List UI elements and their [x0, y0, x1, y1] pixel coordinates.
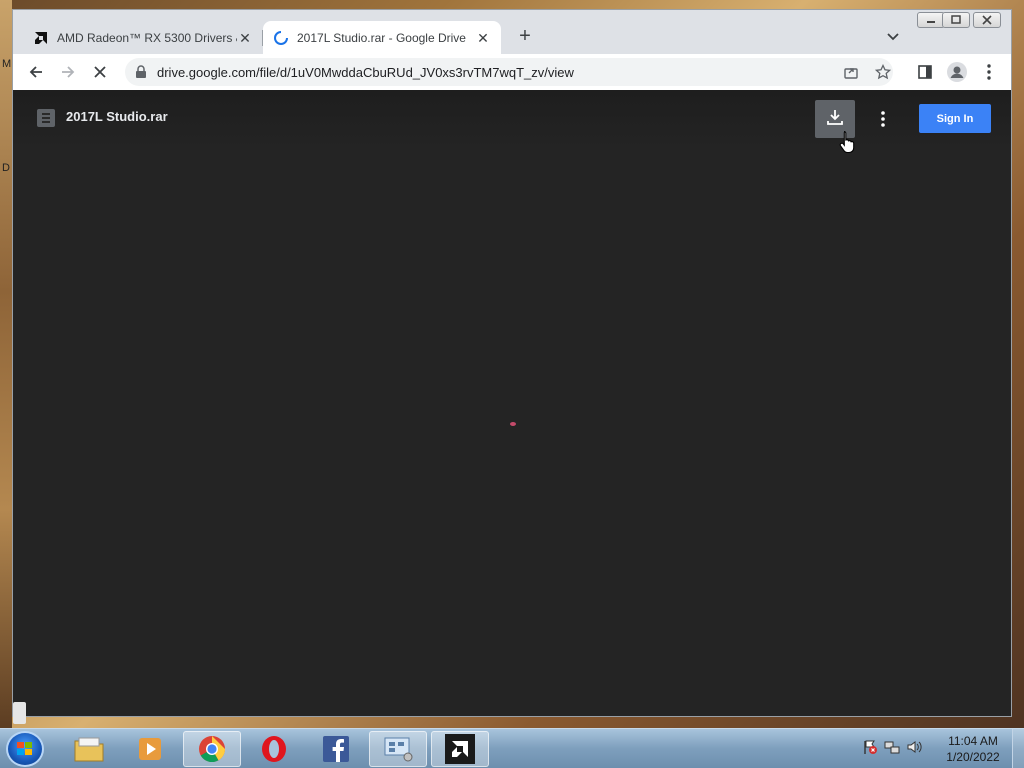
tab-close-icon[interactable]: ✕ — [475, 30, 491, 46]
bookmark-star-icon[interactable] — [873, 62, 893, 82]
viewer-header: 2017L Studio.rar Sign In — [13, 90, 1011, 154]
archive-file-icon — [37, 109, 55, 127]
tab-close-icon[interactable]: ✕ — [237, 30, 253, 46]
desktop-background-strip — [0, 0, 12, 728]
taskbar-control-panel[interactable] — [369, 731, 427, 767]
chrome-icon — [199, 736, 226, 763]
new-tab-button[interactable]: + — [513, 24, 537, 48]
file-name: 2017L Studio.rar — [66, 109, 168, 124]
show-desktop-button[interactable] — [1012, 729, 1024, 768]
taskbar-amd-software[interactable] — [431, 731, 489, 767]
system-tray — [862, 737, 922, 761]
facebook-icon — [323, 736, 349, 762]
opera-icon — [262, 736, 286, 762]
lock-icon[interactable] — [135, 65, 149, 79]
browser-window: AMD Radeon™ RX 5300 Drivers & ✕ 2017L St… — [12, 9, 1012, 724]
network-icon[interactable] — [884, 739, 900, 760]
windows-logo-icon — [17, 742, 32, 755]
amd-logo-icon — [445, 734, 475, 764]
taskbar-file-explorer[interactable] — [60, 731, 118, 767]
tab-title: 2017L Studio.rar - Google Drive — [297, 30, 466, 45]
url-text[interactable]: drive.google.com/file/d/1uV0MwddaCbuRUd_… — [157, 65, 574, 80]
clock-time: 11:04 AM — [948, 734, 998, 748]
folder-icon — [74, 737, 104, 762]
taskbar-facebook[interactable] — [307, 731, 365, 767]
browser-toolbar: drive.google.com/file/d/1uV0MwddaCbuRUd_… — [13, 54, 1011, 90]
taskbar-clock[interactable]: 11:04 AM 1/20/2022 — [938, 733, 1008, 765]
action-center-flag-icon[interactable] — [862, 739, 878, 760]
taskbar-chrome[interactable] — [183, 731, 241, 767]
tab-title: AMD Radeon™ RX 5300 Drivers & — [57, 30, 237, 45]
side-panel-icon[interactable] — [913, 60, 937, 84]
hand-cursor-icon — [839, 130, 857, 154]
desktop-icon-label[interactable]: D — [2, 162, 10, 174]
share-icon[interactable] — [841, 62, 861, 82]
menu-kebab-icon[interactable] — [977, 60, 1001, 84]
profile-avatar-icon[interactable] — [945, 60, 969, 84]
more-options-button[interactable] — [871, 104, 895, 134]
media-player-icon — [139, 738, 161, 760]
volume-icon[interactable] — [906, 739, 922, 760]
tab-search-icon[interactable] — [883, 26, 903, 46]
loading-spinner-icon — [273, 30, 289, 46]
forward-arrow-icon[interactable] — [56, 60, 80, 84]
tab-google-drive[interactable]: 2017L Studio.rar - Google Drive ✕ — [263, 21, 501, 54]
taskbar-opera[interactable] — [245, 731, 303, 767]
download-icon — [825, 107, 845, 132]
minimize-button[interactable] — [917, 12, 945, 28]
restore-button[interactable] — [942, 12, 970, 28]
back-arrow-icon[interactable] — [24, 60, 48, 84]
scroll-handle[interactable] — [13, 702, 26, 724]
address-bar[interactable]: drive.google.com/file/d/1uV0MwddaCbuRUd_… — [125, 58, 893, 86]
clock-date: 1/20/2022 — [946, 750, 1000, 764]
tab-strip: AMD Radeon™ RX 5300 Drivers & ✕ 2017L St… — [13, 10, 1011, 54]
desktop-icon-label[interactable]: M — [2, 58, 11, 70]
control-panel-icon — [384, 737, 413, 762]
drive-file-viewer: 2017L Studio.rar Sign In — [13, 90, 1011, 724]
amd-logo-icon — [33, 30, 49, 46]
sign-in-button[interactable]: Sign In — [919, 104, 991, 133]
tab-amd-drivers[interactable]: AMD Radeon™ RX 5300 Drivers & ✕ — [23, 21, 263, 54]
start-button[interactable] — [6, 731, 44, 767]
taskbar: 11:04 AM 1/20/2022 — [0, 728, 1024, 768]
stop-loading-icon[interactable] — [88, 60, 112, 84]
loading-indicator — [510, 422, 516, 426]
taskbar-media-player[interactable] — [121, 731, 179, 767]
close-window-button[interactable] — [973, 12, 1001, 28]
